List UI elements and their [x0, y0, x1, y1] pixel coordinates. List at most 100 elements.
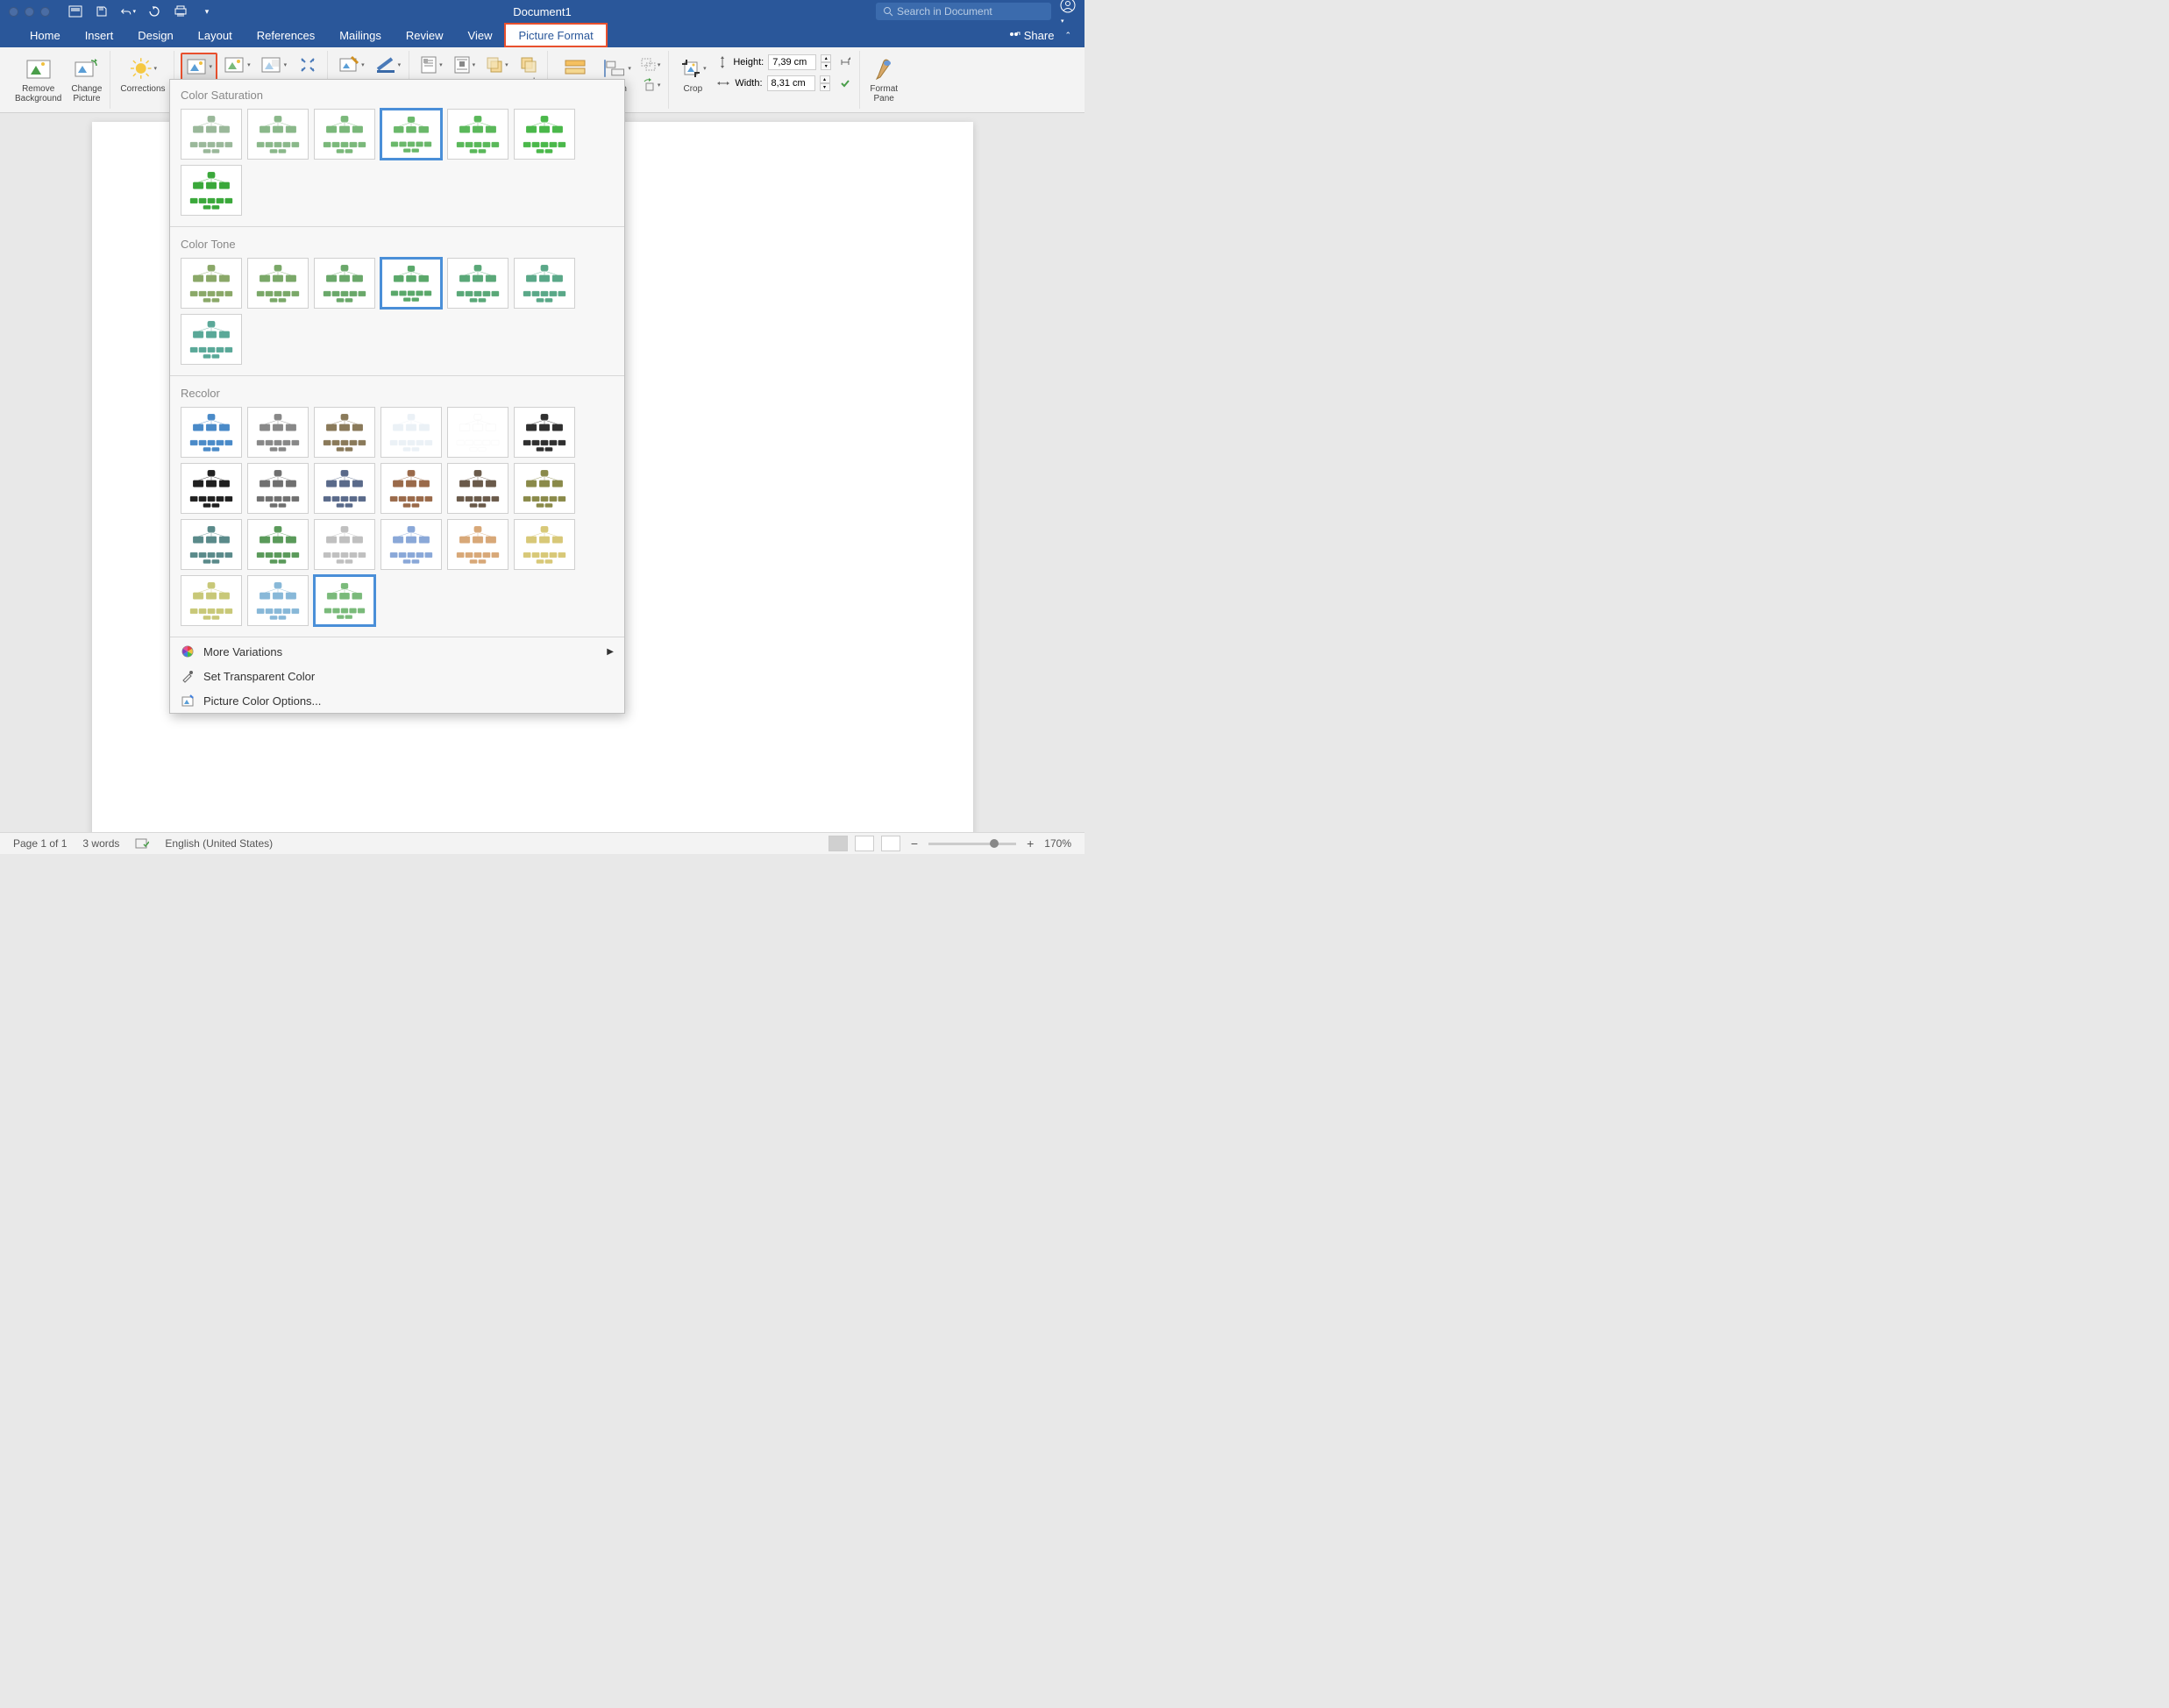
saturation-thumb[interactable]	[314, 109, 375, 160]
width-input[interactable]	[767, 75, 815, 91]
rotate-button[interactable]: ▾	[637, 76, 665, 94]
color-button[interactable]: ▾	[181, 53, 218, 81]
autosave-icon[interactable]	[68, 4, 83, 19]
save-icon[interactable]	[94, 4, 110, 19]
close-window-button[interactable]	[9, 7, 18, 17]
web-layout-view-button[interactable]	[855, 836, 874, 851]
maximize-window-button[interactable]	[40, 7, 50, 17]
tab-references[interactable]: References	[245, 23, 327, 47]
title-bar: ▾ ▾ Document1 Search in Document ▾	[0, 0, 1084, 23]
share-icon	[1008, 30, 1020, 40]
lock-check-icon[interactable]	[840, 78, 850, 89]
picture-border-button[interactable]: ▾	[371, 53, 405, 77]
tab-insert[interactable]: Insert	[73, 23, 126, 47]
language-indicator[interactable]: English (United States)	[165, 837, 273, 850]
search-input[interactable]: Search in Document	[876, 3, 1051, 20]
focus-view-button[interactable]	[881, 836, 900, 851]
picture-options-icon	[181, 694, 195, 708]
crop-button[interactable]: ▾ Crop	[675, 53, 710, 96]
recolor-thumb[interactable]	[247, 407, 309, 458]
saturation-thumb[interactable]	[247, 109, 309, 160]
recolor-thumb[interactable]	[514, 519, 575, 570]
print-layout-view-button[interactable]	[828, 836, 848, 851]
minimize-window-button[interactable]	[25, 7, 34, 17]
undo-icon[interactable]: ▾	[120, 4, 136, 19]
artistic-effects-button[interactable]: ▾	[220, 53, 254, 77]
group-button[interactable]: ▾	[637, 56, 665, 74]
tone-thumb[interactable]	[380, 258, 442, 309]
tone-thumb[interactable]	[181, 258, 242, 309]
lock-aspect-icon[interactable]	[839, 56, 851, 68]
recolor-thumb[interactable]	[181, 463, 242, 514]
word-count[interactable]: 3 words	[82, 837, 119, 850]
wrap-text-button[interactable]: ▾	[449, 53, 480, 77]
recolor-thumb[interactable]	[181, 407, 242, 458]
saturation-thumb[interactable]	[447, 109, 508, 160]
tone-heading: Color Tone	[181, 238, 614, 251]
recolor-thumb[interactable]	[514, 463, 575, 514]
recolor-thumb[interactable]	[380, 463, 442, 514]
tab-picture-format[interactable]: Picture Format	[504, 23, 607, 47]
height-spinner[interactable]: ▴▾	[821, 54, 831, 70]
page-indicator[interactable]: Page 1 of 1	[13, 837, 67, 850]
customize-qat-icon[interactable]: ▾	[199, 4, 215, 19]
compress-pictures-button[interactable]	[293, 53, 323, 77]
transparency-button[interactable]: ▾	[257, 53, 291, 77]
height-label: Height:	[733, 57, 764, 68]
user-account-button[interactable]: ▾	[1060, 0, 1076, 25]
recolor-thumb[interactable]	[314, 575, 375, 626]
tab-view[interactable]: View	[456, 23, 505, 47]
zoom-in-button[interactable]: +	[1023, 836, 1037, 850]
saturation-thumb[interactable]	[380, 109, 442, 160]
corrections-button[interactable]: ▾ Corrections	[117, 53, 168, 96]
recolor-thumb[interactable]	[247, 575, 309, 626]
recolor-thumb[interactable]	[447, 407, 508, 458]
zoom-out-button[interactable]: −	[907, 836, 921, 850]
tab-mailings[interactable]: Mailings	[327, 23, 394, 47]
recolor-thumb[interactable]	[447, 463, 508, 514]
quick-access-toolbar: ▾ ▾	[68, 4, 215, 19]
saturation-thumb[interactable]	[181, 165, 242, 216]
change-picture-button[interactable]: Change Picture	[68, 53, 105, 105]
recolor-thumb[interactable]	[447, 519, 508, 570]
recolor-thumb[interactable]	[247, 463, 309, 514]
bring-forward-button[interactable]: ▾	[481, 53, 512, 77]
recolor-thumb[interactable]	[314, 407, 375, 458]
picture-styles-button[interactable]: ▾	[334, 53, 368, 77]
search-icon	[883, 6, 893, 17]
spellcheck-icon[interactable]	[135, 837, 149, 850]
saturation-thumb[interactable]	[181, 109, 242, 160]
tab-layout[interactable]: Layout	[186, 23, 245, 47]
recolor-thumb[interactable]	[380, 407, 442, 458]
recolor-thumb[interactable]	[314, 463, 375, 514]
recolor-thumb[interactable]	[380, 519, 442, 570]
zoom-slider[interactable]	[928, 843, 1016, 845]
width-spinner[interactable]: ▴▾	[820, 75, 830, 91]
format-pane-button[interactable]: Format Pane	[866, 53, 901, 105]
width-label: Width:	[735, 78, 762, 89]
recolor-thumb[interactable]	[181, 519, 242, 570]
tone-thumb[interactable]	[447, 258, 508, 309]
set-transparent-color-item[interactable]: Set Transparent Color	[170, 664, 624, 688]
share-button[interactable]: Share ⌃	[995, 29, 1084, 42]
picture-color-options-item[interactable]: Picture Color Options...	[170, 688, 624, 713]
tab-review[interactable]: Review	[394, 23, 456, 47]
redo-icon[interactable]	[146, 4, 162, 19]
tone-thumb[interactable]	[514, 258, 575, 309]
height-input[interactable]	[768, 54, 816, 70]
tab-design[interactable]: Design	[125, 23, 185, 47]
tab-home[interactable]: Home	[18, 23, 73, 47]
print-icon[interactable]	[173, 4, 188, 19]
recolor-thumb[interactable]	[247, 519, 309, 570]
more-variations-item[interactable]: More Variations ▶	[170, 639, 624, 664]
tone-thumb[interactable]	[314, 258, 375, 309]
tone-thumb[interactable]	[247, 258, 309, 309]
saturation-thumb[interactable]	[514, 109, 575, 160]
recolor-thumb[interactable]	[314, 519, 375, 570]
position-button[interactable]: ▾	[416, 53, 446, 77]
tone-thumb[interactable]	[181, 314, 242, 365]
zoom-level[interactable]: 170%	[1044, 837, 1071, 850]
recolor-thumb[interactable]	[514, 407, 575, 458]
remove-background-button[interactable]: Remove Background	[11, 53, 65, 105]
recolor-thumb[interactable]	[181, 575, 242, 626]
